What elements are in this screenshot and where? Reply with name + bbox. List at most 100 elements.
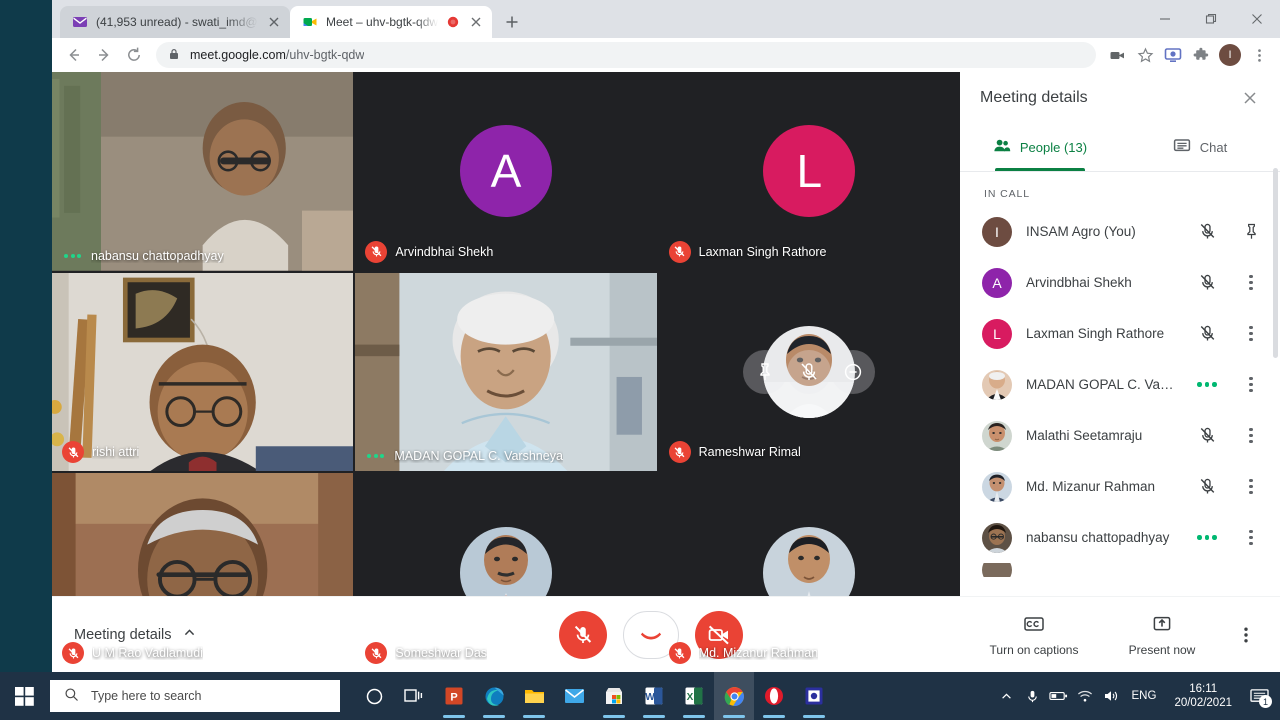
panel-header: Meeting details	[960, 72, 1280, 124]
video-tile[interactable]: nabansu chattopadhyay	[52, 72, 354, 271]
video-tile[interactable]: rishi attri	[52, 272, 354, 472]
search-icon	[64, 687, 79, 705]
taskbar-app-camera[interactable]	[794, 672, 834, 720]
mic-off-icon	[1192, 319, 1222, 349]
close-icon[interactable]	[1236, 84, 1264, 112]
list-item[interactable]: MADAN GOPAL C. Vars...	[960, 359, 1280, 410]
more-icon[interactable]	[1236, 370, 1266, 400]
more-icon[interactable]	[1236, 421, 1266, 451]
tab-people-label: People (13)	[1019, 140, 1088, 155]
participant-name: nabansu chattopadhyay	[1026, 530, 1170, 545]
taskbar-app-mail[interactable]	[554, 672, 594, 720]
tile-hover-actions[interactable]	[743, 349, 876, 394]
minimize-button[interactable]	[1142, 3, 1188, 35]
tab-chat[interactable]: Chat	[1120, 124, 1280, 171]
address-bar[interactable]: meet.google.com/uhv-bgtk-qdw	[156, 42, 1096, 68]
taskbar-app-microsoft-edge[interactable]	[474, 672, 514, 720]
panel-scrollbar[interactable]	[1273, 168, 1278, 358]
more-icon[interactable]	[1236, 523, 1266, 553]
volume-icon[interactable]	[1098, 672, 1124, 720]
forward-button[interactable]	[90, 41, 118, 69]
search-input[interactable]: Type here to search	[50, 680, 340, 712]
back-button[interactable]	[60, 41, 88, 69]
mic-off-icon	[668, 642, 691, 664]
browser-tab-strip: (41,953 unread) - swati_imd@yahoo.com Me…	[52, 0, 1280, 38]
video-tile[interactable]: Rameshwar Rimal	[658, 272, 960, 472]
extensions-puzzle-icon[interactable]	[1188, 42, 1214, 68]
video-stage: nabansu chattopadhyay A Arvindbhai Shekh…	[52, 72, 960, 672]
mic-icon[interactable]	[1020, 672, 1046, 720]
participant-name: MADAN GOPAL C. Vars...	[1026, 377, 1178, 392]
present-now-button[interactable]: Present now	[1098, 613, 1226, 657]
profile-avatar[interactable]: I	[1219, 44, 1241, 66]
avatar: L	[982, 318, 1012, 349]
participant-name: MADAN GOPAL C. Varshneya	[394, 449, 563, 464]
list-item[interactable]: nabansu chattopadhyay	[960, 512, 1280, 563]
list-item[interactable]	[960, 563, 1280, 577]
remove-icon[interactable]	[831, 349, 876, 394]
list-item[interactable]: Md. Mizanur Rahman	[960, 461, 1280, 512]
mic-off-icon[interactable]	[787, 349, 832, 394]
video-tile[interactable]: L Laxman Singh Rathore	[658, 72, 960, 271]
turn-on-captions-button[interactable]: Turn on captions	[970, 613, 1098, 657]
participant-name: INSAM Agro (You)	[1026, 224, 1136, 239]
close-button[interactable]	[1234, 3, 1280, 35]
notification-center-button[interactable]: 1	[1242, 672, 1276, 720]
video-tile[interactable]: A Arvindbhai Shekh	[355, 72, 657, 271]
more-options-button[interactable]	[1226, 615, 1266, 655]
close-icon[interactable]	[468, 14, 484, 30]
taskbar-app-task-view[interactable]	[394, 672, 434, 720]
tile-label: Rameshwar Rimal	[668, 441, 801, 464]
chrome-menu-icon[interactable]	[1246, 42, 1272, 68]
camera-access-icon[interactable]	[1104, 42, 1130, 68]
tray-language[interactable]: ENG	[1124, 690, 1165, 702]
avatar-initial: I	[995, 223, 999, 240]
system-tray: ENG 16:11 20/02/2021 1	[994, 672, 1280, 720]
avatar: L	[763, 125, 856, 218]
pin-icon[interactable]	[743, 349, 788, 394]
mic-off-icon	[1192, 217, 1222, 247]
taskbar-app-opera[interactable]	[754, 672, 794, 720]
list-item[interactable]: I INSAM Agro (You)	[960, 206, 1280, 257]
avatar-initial: L	[796, 145, 823, 198]
more-icon[interactable]	[1236, 268, 1266, 298]
start-button[interactable]	[0, 672, 48, 720]
tab-people[interactable]: People (13)	[960, 124, 1120, 171]
mic-off-icon	[365, 642, 388, 664]
bookmark-star-icon[interactable]	[1132, 42, 1158, 68]
mic-off-icon	[62, 642, 84, 664]
tile-label: Arvindbhai Shekh	[365, 240, 493, 263]
close-icon[interactable]	[266, 14, 282, 30]
mic-off-button[interactable]	[559, 610, 607, 659]
mic-off-icon	[1192, 268, 1222, 298]
taskbar-app-google-chrome[interactable]	[714, 672, 754, 720]
browser-tab-meet[interactable]: Meet – uhv-bgtk-qdw	[290, 6, 493, 38]
list-item[interactable]: A Arvindbhai Shekh	[960, 257, 1280, 308]
pin-icon[interactable]	[1236, 217, 1266, 247]
avatar	[982, 563, 1012, 577]
battery-icon[interactable]	[1046, 672, 1072, 720]
meeting-details-panel: Meeting details People (13) Chat IN CALL…	[960, 72, 1280, 672]
taskbar-app-microsoft-store[interactable]	[594, 672, 634, 720]
tray-clock[interactable]: 16:11 20/02/2021	[1164, 682, 1242, 710]
screen-share-extension-icon[interactable]	[1160, 42, 1186, 68]
chevron-up-icon[interactable]	[994, 672, 1020, 720]
wifi-icon[interactable]	[1072, 672, 1098, 720]
tile-label: rishi attri	[62, 441, 139, 464]
taskbar-app-excel[interactable]: X	[674, 672, 714, 720]
video-tile[interactable]: MADAN GOPAL C. Varshneya	[355, 272, 657, 472]
avatar: I	[982, 216, 1012, 247]
new-tab-button[interactable]	[498, 8, 526, 36]
list-item[interactable]: L Laxman Singh Rathore	[960, 308, 1280, 359]
reload-button[interactable]	[120, 41, 148, 69]
more-icon[interactable]	[1236, 319, 1266, 349]
taskbar-app-cortana[interactable]	[354, 672, 394, 720]
taskbar-app-powerpoint[interactable]: P	[434, 672, 474, 720]
taskbar-app-file-explorer[interactable]	[514, 672, 554, 720]
more-icon[interactable]	[1236, 472, 1266, 502]
taskbar-app-word[interactable]: W	[634, 672, 674, 720]
list-item[interactable]: Malathi Seetamraju	[960, 410, 1280, 461]
participant-name: Md. Mizanur Rahman	[1026, 479, 1156, 494]
maximize-button[interactable]	[1188, 3, 1234, 35]
browser-tab-mail[interactable]: (41,953 unread) - swati_imd@yahoo.com	[60, 6, 290, 38]
